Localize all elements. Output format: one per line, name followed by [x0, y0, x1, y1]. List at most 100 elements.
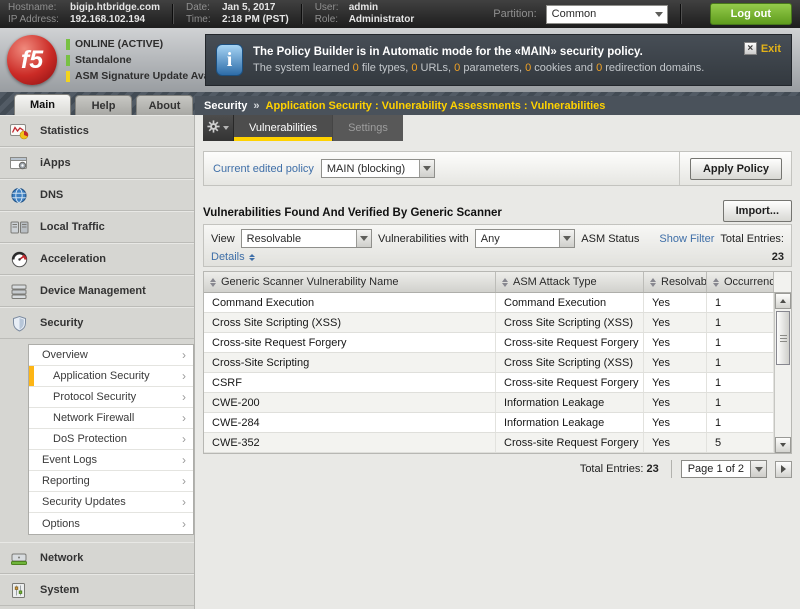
tab-main[interactable]: Main: [14, 94, 71, 115]
submenu-item-options[interactable]: Options: [29, 513, 193, 534]
column-header-resolvable[interactable]: Resolvable: [644, 272, 707, 292]
network-icon: [9, 550, 31, 567]
submenu-item-network-firewall[interactable]: Network Firewall: [29, 408, 193, 429]
details-toggle-link[interactable]: Details: [211, 251, 255, 263]
breadcrumb-path: Application Security : Vulnerability Ass…: [266, 100, 606, 112]
partition-label: Partition:: [493, 8, 536, 20]
current-policy-bar: Current edited policy MAIN (blocking) Ap…: [203, 151, 792, 186]
page-select[interactable]: Page 1 of 2: [681, 460, 751, 478]
user-label: User:: [315, 2, 345, 14]
dns-globe-icon: [9, 187, 31, 204]
user-value: admin: [349, 2, 378, 14]
triangle-up-icon: [780, 299, 786, 303]
f5-logo: f5: [7, 35, 57, 85]
chevron-right-icon: [182, 412, 186, 424]
tab-about[interactable]: About: [136, 95, 193, 115]
sidebar-item-system[interactable]: System: [0, 574, 194, 606]
statistics-icon: [9, 123, 31, 140]
scrollbar-thumb[interactable]: [776, 311, 790, 365]
vulnerabilities-table: Generic Scanner Vulnerability Name ASM A…: [203, 271, 792, 454]
breadcrumb: Security » Application Security : Vulner…: [195, 96, 800, 115]
table-row[interactable]: Cross-site Request ForgeryCross-site Req…: [204, 333, 774, 353]
submenu-item-application-security[interactable]: Application Security: [29, 366, 193, 387]
table-row[interactable]: Command ExecutionCommand ExecutionYes1: [204, 293, 774, 313]
banner-message: The system learned 0 file types, 0 URLs,…: [253, 62, 704, 74]
tab-vulnerabilities[interactable]: Vulnerabilities: [234, 115, 332, 141]
page-tabstrip: Vulnerabilities Settings: [203, 115, 792, 141]
page-selector: Page 1 of 2: [671, 460, 767, 478]
submenu-item-dos-protection[interactable]: DoS Protection: [29, 429, 193, 450]
with-selected-value: Any: [476, 230, 560, 247]
vulnerabilities-with-label: Vulnerabilities with: [378, 233, 469, 245]
current-edited-policy-link[interactable]: Current edited policy: [213, 163, 314, 175]
sort-icon: [650, 278, 656, 287]
view-select[interactable]: Resolvable: [241, 229, 372, 248]
tab-settings[interactable]: Settings: [332, 115, 403, 141]
submenu-item-overview[interactable]: Overview: [29, 345, 193, 366]
nav-row: Main Help About Security » Application S…: [0, 92, 800, 115]
submenu-item-reporting[interactable]: Reporting: [29, 471, 193, 492]
column-header-occurrences[interactable]: Occurrences: [707, 272, 774, 292]
logout-button[interactable]: Log out: [710, 3, 792, 25]
table-row[interactable]: CWE-352Cross-site Request ForgeryYes5: [204, 433, 774, 453]
sidebar-item-statistics[interactable]: Statistics: [0, 115, 194, 147]
chevron-right-icon: [182, 518, 186, 530]
date-value: Jan 5, 2017: [222, 2, 275, 14]
breadcrumb-section: Security: [204, 100, 247, 112]
asm-status-label: ASM Status: [581, 233, 639, 245]
table-row[interactable]: CWE-200Information LeakageYes1: [204, 393, 774, 413]
pagination-bar: Total Entries: 23 Page 1 of 2: [203, 460, 792, 478]
partition-group: Partition: Common: [493, 5, 667, 24]
import-button[interactable]: Import...: [723, 200, 792, 222]
sidebar-item-iapps[interactable]: iApps: [0, 147, 194, 179]
submenu-item-security-updates[interactable]: Security Updates: [29, 492, 193, 513]
triangle-right-icon: [781, 465, 786, 473]
page-options-menu-button[interactable]: [203, 115, 234, 141]
table-row[interactable]: Cross Site Scripting (XSS)Cross Site Scr…: [204, 313, 774, 333]
chevron-down-icon: [652, 6, 667, 23]
close-icon[interactable]: [744, 42, 757, 55]
sidebar-item-dns[interactable]: DNS: [0, 179, 194, 211]
header-filler: [774, 272, 791, 292]
top-status-bar: Hostname:bigip.htbridge.com IP Address:1…: [0, 0, 800, 28]
divider: [301, 4, 303, 24]
sort-icon: [713, 278, 719, 287]
policy-select[interactable]: MAIN (blocking): [321, 159, 435, 178]
column-header-vulnerability-name[interactable]: Generic Scanner Vulnerability Name: [204, 272, 496, 292]
show-filter-link[interactable]: Show Filter: [659, 233, 714, 245]
sidebar-item-local-traffic[interactable]: Local Traffic: [0, 211, 194, 243]
table-row[interactable]: CWE-284Information LeakageYes1: [204, 413, 774, 433]
banner-title: The Policy Builder is in Automatic mode …: [253, 46, 704, 58]
chevron-right-icon: [182, 349, 186, 361]
time-label: Time:: [186, 14, 218, 26]
sidebar-item-network[interactable]: Network: [0, 542, 194, 574]
table-row[interactable]: CSRFCross-site Request ForgeryYes1: [204, 373, 774, 393]
iapps-icon: [9, 155, 31, 172]
vulnerabilities-with-select[interactable]: Any: [475, 229, 576, 248]
view-label: View: [211, 233, 235, 245]
sidebar-item-device-management[interactable]: Device Management: [0, 275, 194, 307]
next-page-button[interactable]: [775, 461, 792, 478]
tab-help[interactable]: Help: [75, 95, 132, 115]
branding-area: f5 ONLINE (ACTIVE) Standalone ASM Signat…: [0, 35, 205, 85]
info-icon: [216, 44, 243, 76]
chevron-down-icon: [419, 160, 434, 177]
page-select-dropdown-button[interactable]: [751, 460, 767, 478]
chevron-right-icon: [182, 475, 186, 487]
main-content: Vulnerabilities Settings Current edited …: [195, 115, 800, 609]
sidebar-item-acceleration[interactable]: Acceleration: [0, 243, 194, 275]
column-header-attack-type[interactable]: ASM Attack Type: [496, 272, 644, 292]
scroll-up-button[interactable]: [775, 293, 791, 309]
divider: [172, 4, 174, 24]
submenu-item-protocol-security[interactable]: Protocol Security: [29, 387, 193, 408]
total-entries-value: 23: [772, 251, 784, 263]
table-row[interactable]: Cross-Site ScriptingCross Site Scripting…: [204, 353, 774, 373]
chevron-down-icon: [356, 230, 371, 247]
exit-link[interactable]: Exit: [761, 43, 781, 55]
apply-policy-button[interactable]: Apply Policy: [690, 158, 782, 180]
table-scrollbar[interactable]: [774, 293, 791, 453]
sidebar-item-security[interactable]: Security: [0, 307, 194, 339]
partition-select[interactable]: Common: [546, 5, 668, 24]
scroll-down-button[interactable]: [775, 437, 791, 453]
submenu-item-event-logs[interactable]: Event Logs: [29, 450, 193, 471]
